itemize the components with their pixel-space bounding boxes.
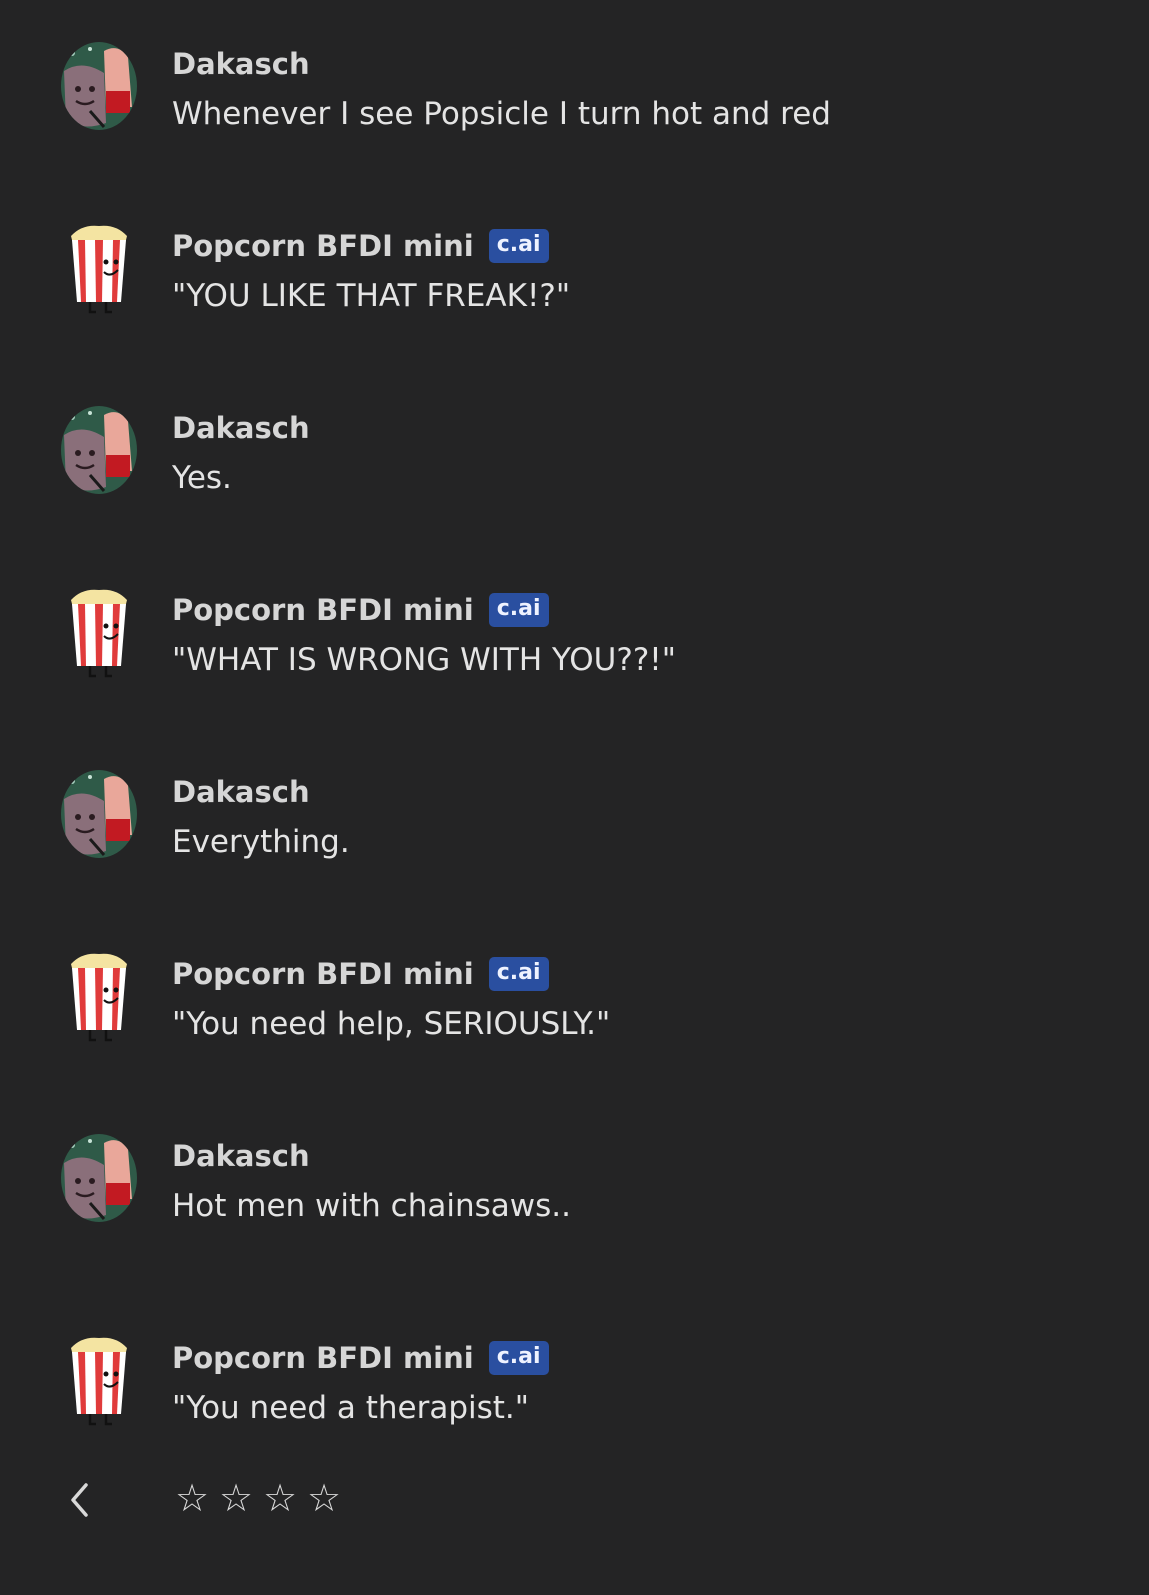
message-text: Yes. bbox=[172, 460, 232, 496]
message-header: Popcorn BFDI mini c.ai bbox=[172, 226, 549, 266]
popcorn-avatar-icon[interactable] bbox=[60, 1334, 138, 1426]
message-text: Hot men with chainsaws.. bbox=[172, 1188, 571, 1224]
author-name: Popcorn BFDI mini bbox=[172, 957, 474, 991]
message-text: Whenever I see Popsicle I turn hot and r… bbox=[172, 96, 831, 132]
author-name: Popcorn BFDI mini bbox=[172, 1341, 474, 1375]
author-name: Dakasch bbox=[172, 47, 310, 81]
chevron-left-icon[interactable] bbox=[60, 1478, 100, 1522]
popcorn-avatar-icon[interactable] bbox=[60, 586, 138, 678]
message-header: Dakasch bbox=[172, 408, 310, 448]
message-0: Dakasch Whenever I see Popsicle I turn h… bbox=[0, 40, 1149, 150]
message-text: "YOU LIKE THAT FREAK!?" bbox=[172, 278, 571, 314]
user-avatar-icon[interactable] bbox=[60, 40, 138, 132]
message-3: Popcorn BFDI mini c.ai "WHAT IS WRONG WI… bbox=[0, 586, 1149, 696]
message-header: Popcorn BFDI mini c.ai bbox=[172, 590, 549, 630]
message-header: Dakasch bbox=[172, 1136, 310, 1176]
cai-badge: c.ai bbox=[488, 593, 549, 627]
star-rating: ☆ ☆ ☆ ☆ bbox=[174, 1476, 342, 1520]
message-text: "You need a therapist." bbox=[172, 1390, 530, 1426]
message-5: Popcorn BFDI mini c.ai "You need help, S… bbox=[0, 950, 1149, 1060]
message-header: Popcorn BFDI mini c.ai bbox=[172, 1338, 549, 1378]
message-text: "WHAT IS WRONG WITH YOU??!" bbox=[172, 642, 676, 678]
user-avatar-icon[interactable] bbox=[60, 404, 138, 496]
star-icon[interactable]: ☆ bbox=[218, 1476, 254, 1520]
author-name: Dakasch bbox=[172, 1139, 310, 1173]
star-icon[interactable]: ☆ bbox=[306, 1476, 342, 1520]
author-name: Popcorn BFDI mini bbox=[172, 229, 474, 263]
author-name: Popcorn BFDI mini bbox=[172, 593, 474, 627]
user-avatar-icon[interactable] bbox=[60, 1132, 138, 1224]
message-footer: ☆ ☆ ☆ ☆ bbox=[0, 1470, 1149, 1530]
message-4: Dakasch Everything. bbox=[0, 768, 1149, 878]
cai-badge: c.ai bbox=[488, 1341, 549, 1375]
message-1: Popcorn BFDI mini c.ai "YOU LIKE THAT FR… bbox=[0, 222, 1149, 332]
message-7: Popcorn BFDI mini c.ai "You need a thera… bbox=[0, 1334, 1149, 1444]
star-icon[interactable]: ☆ bbox=[174, 1476, 210, 1520]
author-name: Dakasch bbox=[172, 775, 310, 809]
message-6: Dakasch Hot men with chainsaws.. bbox=[0, 1132, 1149, 1242]
popcorn-avatar-icon[interactable] bbox=[60, 222, 138, 314]
author-name: Dakasch bbox=[172, 411, 310, 445]
user-avatar-icon[interactable] bbox=[60, 768, 138, 860]
popcorn-avatar-icon[interactable] bbox=[60, 950, 138, 1042]
message-header: Dakasch bbox=[172, 772, 310, 812]
cai-badge: c.ai bbox=[488, 229, 549, 263]
star-icon[interactable]: ☆ bbox=[262, 1476, 298, 1520]
cai-badge: c.ai bbox=[488, 957, 549, 991]
message-2: Dakasch Yes. bbox=[0, 404, 1149, 514]
message-text: "You need help, SERIOUSLY." bbox=[172, 1006, 611, 1042]
message-text: Everything. bbox=[172, 824, 350, 860]
message-header: Dakasch bbox=[172, 44, 310, 84]
message-header: Popcorn BFDI mini c.ai bbox=[172, 954, 549, 994]
chat-transcript: Dakasch Whenever I see Popsicle I turn h… bbox=[0, 0, 1149, 1460]
